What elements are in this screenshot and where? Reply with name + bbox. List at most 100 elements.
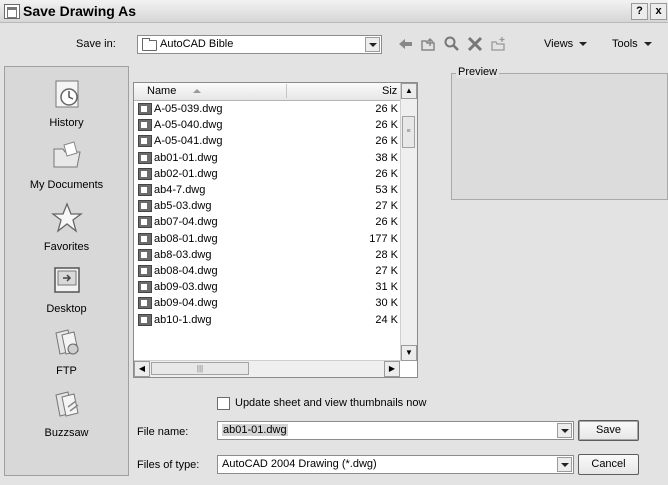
file-name: ab08-04.dwg xyxy=(154,265,218,277)
dwg-file-icon xyxy=(138,200,152,213)
chevron-down-icon[interactable] xyxy=(365,37,380,52)
file-name: ab09-03.dwg xyxy=(154,281,218,294)
horizontal-scrollbar[interactable]: ◀ ||| ▶ xyxy=(134,360,400,377)
column-size[interactable]: Siz xyxy=(382,85,397,97)
dialog-title: Save Drawing As xyxy=(23,3,137,19)
file-size: 177 K xyxy=(369,232,398,245)
file-type-value: AutoCAD 2004 Drawing (*.dwg) xyxy=(222,458,377,470)
place-label: FTP xyxy=(56,365,77,377)
file-row[interactable]: ab08-01.dwg 177 K xyxy=(138,232,400,247)
chevron-down-icon[interactable] xyxy=(557,423,572,438)
place-desktop[interactable]: Desktop xyxy=(5,263,128,315)
place-buzzsaw[interactable]: Buzzsaw xyxy=(5,387,128,439)
dwg-file-icon xyxy=(138,265,152,277)
file-row[interactable]: ab4-7.dwg 53 K xyxy=(138,183,400,198)
scroll-right-icon[interactable]: ▶ xyxy=(384,361,400,377)
file-name-label: File name: xyxy=(137,426,189,438)
sort-ascending-icon xyxy=(193,89,201,93)
file-row[interactable]: A-05-040.dwg 26 K xyxy=(138,118,400,133)
file-list[interactable]: Name Siz A-05-039.dwg 26 K A-05-040.dwg 26 … xyxy=(133,82,418,378)
title-bar: Save Drawing As ? x xyxy=(0,0,668,23)
file-row[interactable]: ab08-04.dwg 27 K xyxy=(138,264,400,279)
dialog-icon xyxy=(4,4,20,19)
file-name-input[interactable]: ab01-01.dwg xyxy=(217,421,574,440)
column-name[interactable]: Name xyxy=(147,85,176,97)
dwg-file-icon xyxy=(138,135,152,148)
help-button[interactable]: ? xyxy=(631,3,648,20)
file-row[interactable]: ab8-03.dwg 28 K xyxy=(138,248,400,263)
back-arrow-icon[interactable] xyxy=(397,35,415,56)
place-ftp[interactable]: FTP xyxy=(5,325,128,377)
file-row[interactable]: ab01-01.dwg 38 K xyxy=(138,151,400,166)
dwg-file-icon xyxy=(138,248,152,261)
place-history[interactable]: History xyxy=(5,77,128,129)
file-row[interactable]: ab5-03.dwg 27 K xyxy=(138,199,400,214)
file-type-label: Files of type: xyxy=(137,459,200,471)
preview-label: Preview xyxy=(456,66,500,78)
scroll-up-icon[interactable]: ▲ xyxy=(401,83,417,99)
file-size: 26 K xyxy=(375,167,398,180)
dwg-file-icon xyxy=(138,232,152,245)
vertical-scrollbar[interactable]: ▲ ≡ ▼ xyxy=(400,83,417,361)
place-label: History xyxy=(49,117,84,129)
file-name: ab09-04.dwg xyxy=(154,297,218,310)
file-size: 38 K xyxy=(375,151,398,164)
my-documents-icon xyxy=(50,139,84,173)
file-name: ab4-7.dwg xyxy=(154,184,206,196)
ftp-icon xyxy=(50,325,84,359)
scroll-left-icon[interactable]: ◀ xyxy=(134,361,150,377)
file-row[interactable]: ab02-01.dwg 26 K xyxy=(138,167,400,182)
create-folder-icon[interactable] xyxy=(490,35,508,56)
file-size: 31 K xyxy=(375,281,398,294)
place-favorites[interactable]: Favorites xyxy=(5,201,128,253)
update-thumbnails-label[interactable]: Update sheet and view thumbnails now xyxy=(235,397,426,409)
file-row[interactable]: A-05-041.dwg 26 K xyxy=(138,134,400,149)
file-name: ab07-04.dwg xyxy=(154,216,218,229)
file-row[interactable]: ab09-03.dwg 31 K xyxy=(138,280,400,295)
up-folder-icon[interactable] xyxy=(419,35,437,56)
history-icon xyxy=(50,77,84,111)
tools-menu[interactable]: Tools xyxy=(612,38,652,50)
chevron-down-icon xyxy=(579,42,588,47)
file-row[interactable]: ab07-04.dwg 26 K xyxy=(138,215,400,230)
scroll-down-icon[interactable]: ▼ xyxy=(401,345,417,361)
update-thumbnails-checkbox[interactable] xyxy=(217,397,230,410)
file-size: 27 K xyxy=(375,265,398,277)
search-web-icon[interactable] xyxy=(443,35,461,56)
file-size: 28 K xyxy=(375,248,398,261)
tools-label: Tools xyxy=(612,38,638,50)
chevron-down-icon xyxy=(643,42,652,47)
place-label: Desktop xyxy=(46,303,87,315)
file-row[interactable]: ab09-04.dwg 30 K xyxy=(138,296,400,311)
file-size: 30 K xyxy=(375,297,398,310)
file-row[interactable]: A-05-039.dwg 26 K xyxy=(138,102,400,117)
file-size: 53 K xyxy=(375,184,398,196)
scroll-thumb-vertical[interactable]: ≡ xyxy=(402,116,415,148)
file-name: A-05-039.dwg xyxy=(154,103,223,115)
delete-icon[interactable] xyxy=(466,35,484,56)
scroll-thumb-horizontal[interactable]: ||| xyxy=(151,362,249,375)
save-button[interactable]: Save xyxy=(578,420,639,441)
save-in-combo[interactable]: AutoCAD Bible xyxy=(137,35,382,54)
file-type-select[interactable]: AutoCAD 2004 Drawing (*.dwg) xyxy=(217,455,574,474)
buzzsaw-icon xyxy=(50,387,84,421)
dwg-file-icon xyxy=(138,297,152,310)
file-size: 27 K xyxy=(375,200,398,213)
dwg-file-icon xyxy=(138,281,152,294)
file-name: ab02-01.dwg xyxy=(154,167,218,180)
dwg-file-icon xyxy=(138,151,152,164)
cancel-button[interactable]: Cancel xyxy=(578,454,639,475)
save-in-value: AutoCAD Bible xyxy=(160,38,234,50)
chevron-down-icon[interactable] xyxy=(557,457,572,472)
folder-icon xyxy=(142,38,157,51)
place-label: Favorites xyxy=(43,241,90,253)
favorites-icon xyxy=(50,201,84,235)
close-button[interactable]: x xyxy=(650,3,667,20)
views-menu[interactable]: Views xyxy=(544,38,588,50)
file-name: A-05-040.dwg xyxy=(154,119,223,132)
place-my-documents[interactable]: My Documents xyxy=(5,139,128,191)
file-row[interactable]: ab10-1.dwg 24 K xyxy=(138,313,400,328)
file-name: ab5-03.dwg xyxy=(154,200,212,213)
place-label: Buzzsaw xyxy=(44,427,89,439)
dwg-file-icon xyxy=(138,313,152,326)
